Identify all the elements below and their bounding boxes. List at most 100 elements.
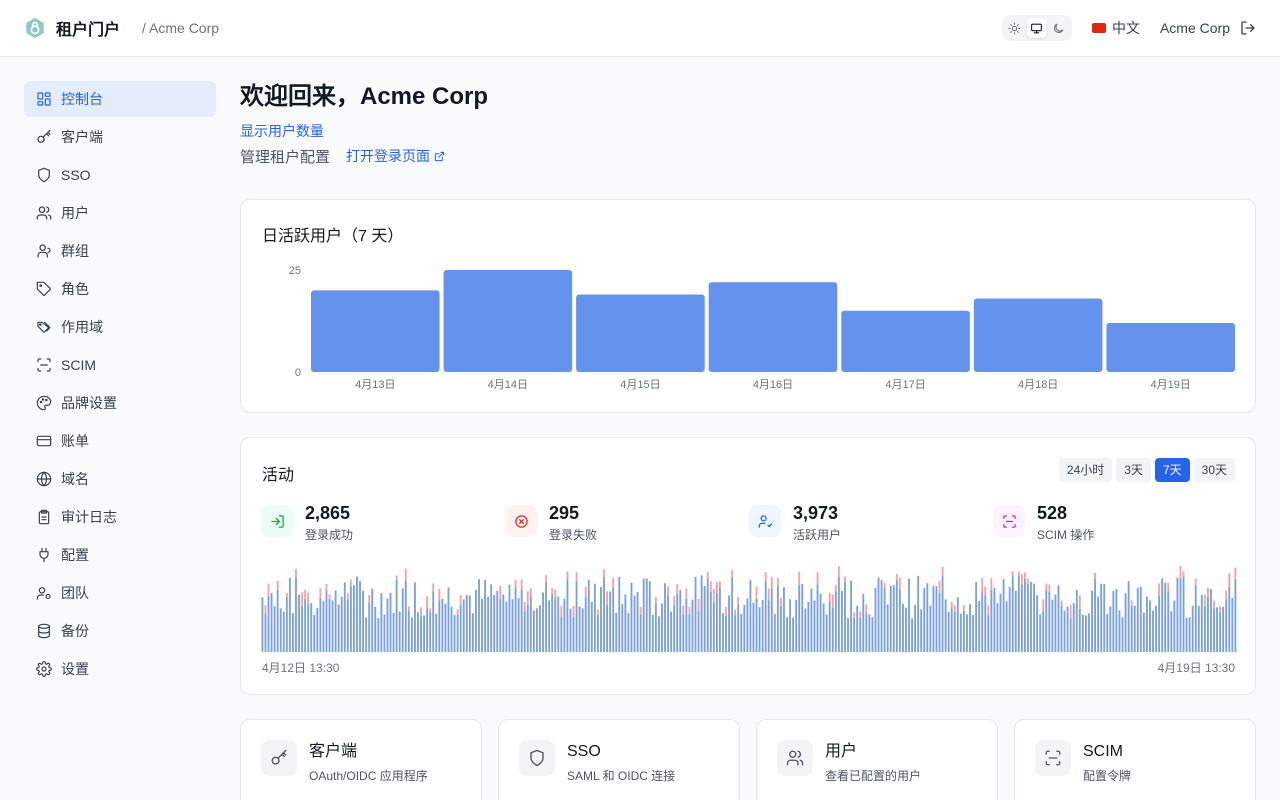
range-button-3[interactable]: 30天 [1193,458,1235,482]
feature-card-shield[interactable]: SSO SAML 和 OIDC 连接 [498,719,740,800]
activity-bar [310,603,313,652]
sidebar-item-globe[interactable]: 域名 [24,461,216,497]
activity-failure-bar [429,608,432,613]
range-selector: 24小时 3天 7天 30天 [1058,458,1235,482]
activity-bar [423,615,425,652]
sidebar-item-scan[interactable]: SCIM [24,347,216,383]
activity-bar [792,617,795,652]
activity-failure-bar [981,577,984,592]
activity-bar [1197,605,1200,652]
sidebar-item-database[interactable]: 备份 [24,613,216,649]
activity-bar [1066,606,1069,652]
activity-failure-bar [459,595,462,606]
dau-bar[interactable] [443,270,573,372]
activity-bar [566,579,569,652]
activity-bar [1008,587,1011,652]
page-title: 欢迎回来，Acme Corp [240,83,489,110]
activity-bar [950,607,953,652]
sidebar-item-users[interactable]: 用户 [24,195,216,231]
activity-failure-bar [725,606,727,616]
range-button-0[interactable]: 24小时 [1058,458,1113,482]
activity-bar [804,608,807,652]
activity-bar [1002,579,1005,652]
activity-failure-bar [709,581,712,592]
activity-bar [725,615,727,652]
feature-icon-box [777,740,813,776]
activity-failure-bar [676,583,679,594]
activity-bar [1112,590,1115,652]
dau-bar[interactable] [576,294,705,372]
activity-bar [496,590,499,652]
activity-card: 活动 24小时 3天 7天 30天 2,865 登录成功 295 登录失败 3,973 活跃用户… [240,437,1256,695]
activity-failure-bar [520,579,523,590]
activity-bar [356,576,358,652]
sidebar-item-key[interactable]: 客户端 [24,119,216,155]
dau-bar[interactable] [708,282,838,372]
activity-bar [404,580,407,652]
activity-bar [752,602,755,652]
stat-3: 528 SCIM 操作 [993,502,1237,543]
activity-bar [819,593,822,652]
logout-icon[interactable] [1240,20,1256,36]
activity-failure-bar [499,585,502,600]
sidebar-item-label: 角色 [61,281,89,297]
feature-card-scan[interactable]: SCIM 配置令牌 [1014,719,1256,800]
sidebar-item-label: 域名 [61,471,89,487]
activity-bar [1075,589,1078,652]
activity-bar [319,598,322,652]
dau-bar[interactable] [841,310,970,372]
feature-card-key[interactable]: 客户端 OAuth/OIDC 应用程序 [240,719,482,800]
sidebar-item-group[interactable]: 群组 [24,233,216,269]
activity-failure-bar [1207,587,1209,598]
theme-light-button[interactable] [1005,18,1025,38]
activity-bar [444,603,447,652]
open-login-page-link[interactable]: 打开登录页面 [346,146,445,166]
dau-bar[interactable] [311,290,440,372]
dau-bar[interactable] [1106,323,1235,372]
theme-dark-button[interactable] [1049,18,1069,38]
activity-bar [850,580,852,652]
activity-bar [856,605,859,652]
theme-system-button[interactable] [1026,18,1047,38]
sidebar-item-credit-card[interactable]: 账单 [24,423,216,459]
activity-bar [822,603,825,652]
sidebar-item-tags[interactable]: 作用域 [24,309,216,345]
feature-card-users[interactable]: 用户 查看已配置的用户 [756,719,998,800]
language-switcher[interactable]: 中文 [1091,18,1140,38]
dau-bar-chart: 0 25 4月13日 4月14日 4月15日 4月16日 4月17日 4月18日 4月19日 [289,265,1235,391]
sidebar-item-gear[interactable]: 设置 [24,651,216,687]
activity-bar [1219,612,1222,652]
activity-bar [926,583,929,652]
activity-bar [1136,587,1139,652]
activity-bar [795,599,798,652]
activity-bar [1164,582,1167,652]
activity-failure-bar [859,611,862,618]
activity-bar [1216,607,1218,652]
show-users-link[interactable]: 显示用户数量 [240,121,1256,141]
sidebar-item-palette[interactable]: 品牌设置 [24,385,216,421]
activity-bar [1069,618,1072,652]
sidebar-item-plug[interactable]: 配置 [24,537,216,573]
sidebar-item-team[interactable]: 团队 [24,575,216,611]
activity-failure-bar [551,588,554,594]
dau-bar[interactable] [973,298,1103,372]
activity-bar [1167,591,1170,652]
activity-bar [349,586,352,652]
sidebar-item-label: 账单 [61,433,89,449]
activity-bar [667,595,669,652]
feature-cards: 客户端 OAuth/OIDC 应用程序 SSO SAML 和 OIDC 连接 用户 查看已… [240,719,1256,800]
activity-bar [1182,576,1185,652]
range-button-2[interactable]: 7天 [1154,458,1190,482]
sidebar-item-dashboard[interactable]: 控制台 [24,81,216,117]
brand[interactable]: 租户门户 / Acme Corp [24,16,219,40]
sidebar-item-tag[interactable]: 角色 [24,271,216,307]
range-button-1[interactable]: 3天 [1116,458,1151,482]
sidebar-item-label: 配置 [61,547,89,563]
sidebar-item-clipboard[interactable]: 审计日志 [24,499,216,535]
activity-bar [758,607,761,652]
sidebar-item-label: 用户 [61,205,89,221]
activity-failure-bar [307,592,310,605]
activity-failure-bar [941,566,944,576]
activity-bar [944,599,947,652]
sidebar-item-shield[interactable]: SSO [24,157,216,193]
